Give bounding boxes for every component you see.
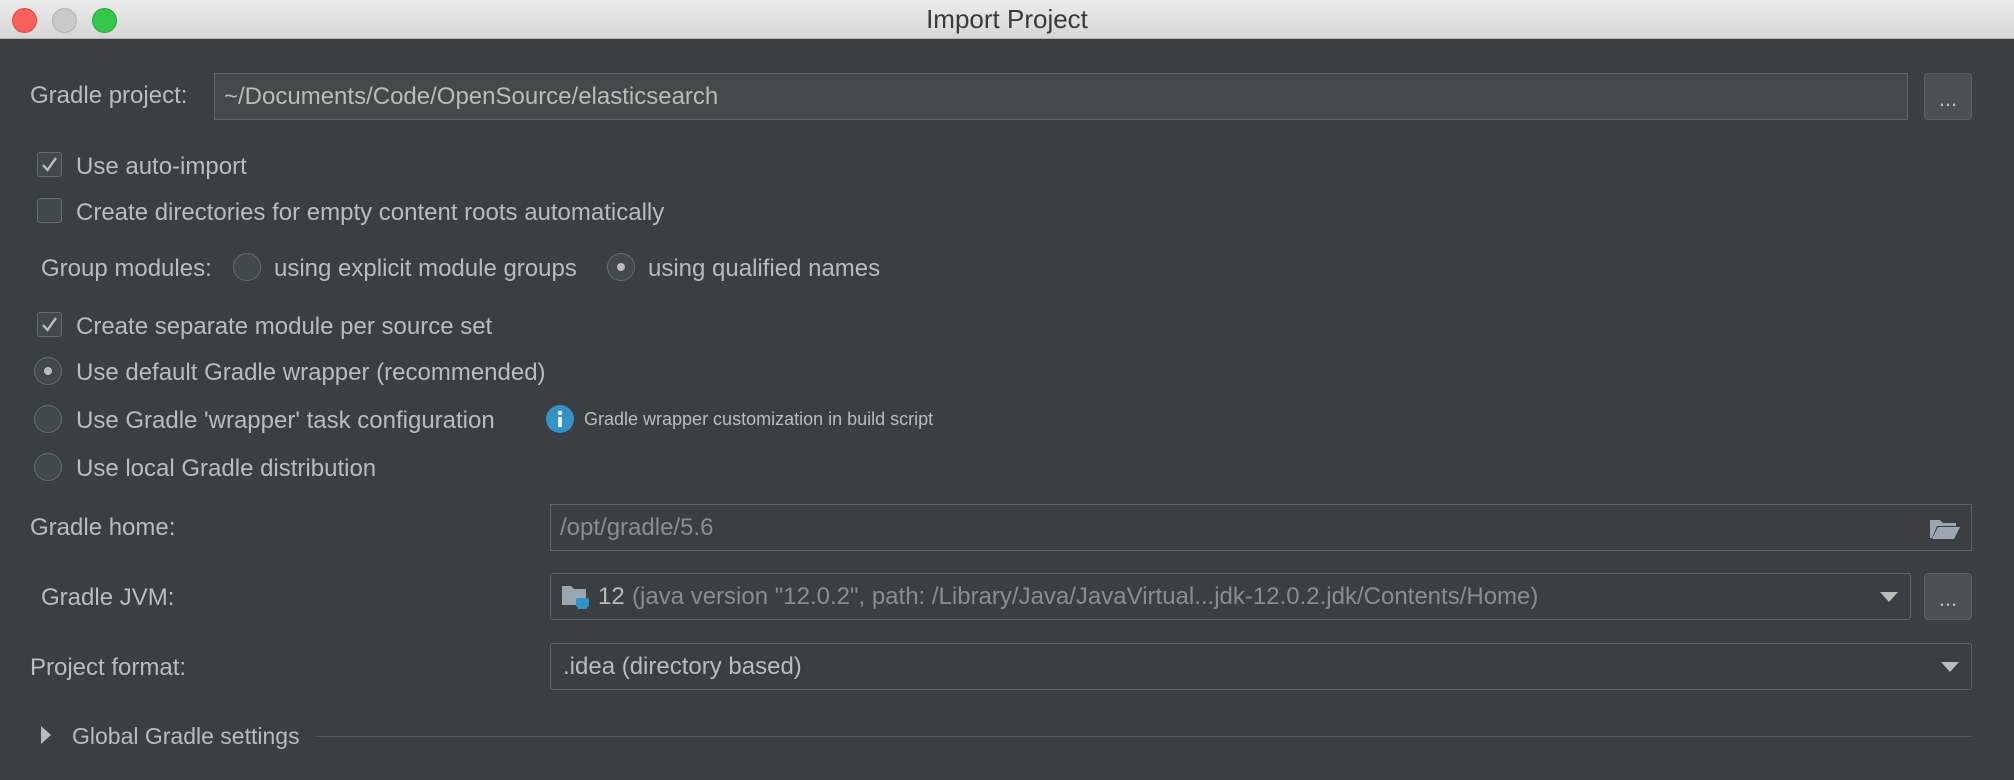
local-distribution-radio[interactable] [34, 453, 62, 481]
wrapper-task-label[interactable]: Use Gradle 'wrapper' task configuration [76, 407, 495, 435]
chevron-down-icon [1941, 662, 1959, 672]
separate-module-label[interactable]: Create separate module per source set [76, 313, 492, 341]
project-format-value: .idea (directory based) [563, 653, 802, 680]
group-explicit-label[interactable]: using explicit module groups [274, 255, 577, 283]
group-qualified-radio[interactable] [607, 253, 635, 281]
gradle-jvm-select[interactable]: 12 (java version "12.0.2", path: /Librar… [550, 573, 1911, 620]
gradle-project-input[interactable]: ~/Documents/Code/OpenSource/elasticsearc… [214, 73, 1908, 120]
jvm-detail: (java version "12.0.2", path: /Library/J… [632, 583, 1539, 610]
project-format-select[interactable]: .idea (directory based) [550, 643, 1972, 690]
jdk-folder-icon [562, 586, 589, 609]
gradle-jvm-browse-button[interactable]: ... [1924, 573, 1972, 620]
window-title: Import Project [926, 4, 1088, 34]
default-wrapper-label[interactable]: Use default Gradle wrapper (recommended) [76, 359, 546, 387]
group-qualified-label[interactable]: using qualified names [648, 255, 880, 283]
local-distribution-label[interactable]: Use local Gradle distribution [76, 455, 376, 483]
radio-selected-dot [44, 367, 52, 375]
wrapper-task-radio[interactable] [34, 405, 62, 433]
gradle-home-input[interactable]: /opt/gradle/5.6 [550, 504, 1972, 551]
separator-line [316, 736, 1972, 737]
create-dirs-label[interactable]: Create directories for empty content roo… [76, 199, 664, 227]
auto-import-label[interactable]: Use auto-import [76, 153, 247, 181]
info-icon [546, 405, 574, 433]
gradle-project-label: Gradle project: [30, 82, 188, 109]
gradle-home-label: Gradle home: [30, 514, 176, 541]
create-dirs-checkbox[interactable] [37, 198, 62, 223]
title-bar: Import Project [0, 0, 2014, 39]
gradle-home-value: /opt/gradle/5.6 [560, 514, 714, 541]
gradle-project-browse-button[interactable]: ... [1924, 73, 1972, 120]
radio-selected-dot [617, 263, 625, 271]
default-wrapper-radio[interactable] [34, 357, 62, 385]
folder-open-icon[interactable] [1929, 516, 1961, 540]
checkmark-icon [42, 317, 57, 332]
global-settings-label[interactable]: Global Gradle settings [72, 723, 300, 750]
project-format-label: Project format: [30, 654, 187, 681]
chevron-down-icon [1880, 592, 1898, 602]
separate-module-checkbox[interactable] [37, 312, 62, 337]
jvm-version: 12 [598, 583, 625, 610]
wrapper-info-text: Gradle wrapper customization in build sc… [584, 409, 934, 429]
auto-import-checkbox[interactable] [37, 152, 62, 177]
gradle-jvm-label: Gradle JVM: [41, 584, 175, 611]
gradle-project-value: ~/Documents/Code/OpenSource/elasticsearc… [224, 83, 719, 110]
checkmark-icon [42, 157, 57, 172]
group-modules-label: Group modules: [41, 255, 212, 282]
group-explicit-radio[interactable] [233, 253, 261, 281]
expand-triangle-icon[interactable] [41, 726, 51, 744]
